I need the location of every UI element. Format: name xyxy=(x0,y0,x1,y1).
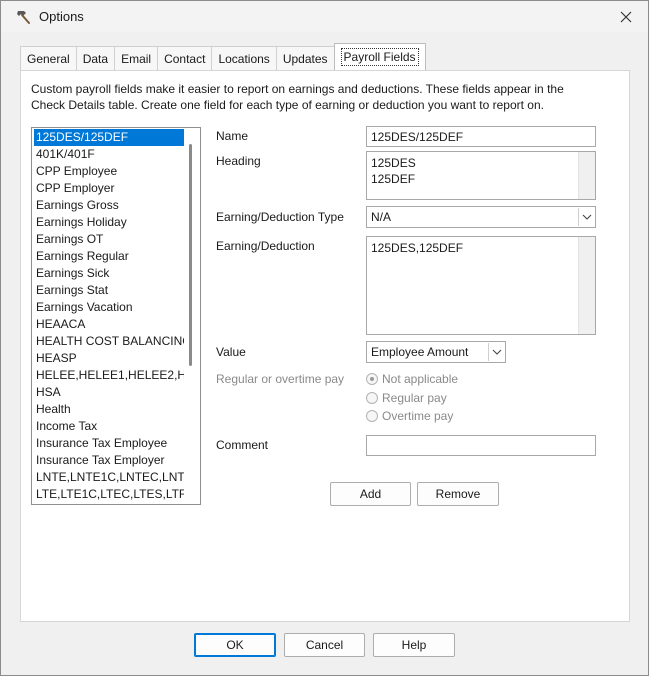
list-scrollbar[interactable] xyxy=(189,144,192,366)
comment-input[interactable] xyxy=(366,435,596,456)
tab-contact[interactable]: Contact xyxy=(157,46,212,70)
comment-label: Comment xyxy=(216,438,269,452)
tab-locations[interactable]: Locations xyxy=(211,46,276,70)
payroll-fields-panel: Custom payroll fields make it easier to … xyxy=(20,70,630,622)
list-item[interactable]: Insurance Tax Employer xyxy=(34,452,184,469)
name-label: Name xyxy=(216,129,249,143)
tab-strip: General Data Email Contact Locations Upd… xyxy=(20,43,426,70)
heading-line: 125DES xyxy=(371,156,416,170)
value-label: Value xyxy=(216,345,246,359)
type-select[interactable]: N/A xyxy=(366,206,596,228)
radio-indicator xyxy=(366,392,378,404)
hammer-icon xyxy=(17,11,30,24)
heading-scrollbar[interactable] xyxy=(578,152,595,199)
list-item[interactable]: 401K/401F xyxy=(34,146,184,163)
add-button[interactable]: Add xyxy=(330,482,411,506)
panel-description: Custom payroll fields make it easier to … xyxy=(31,82,564,112)
list-item[interactable]: Earnings Sick xyxy=(34,265,184,282)
field-list[interactable]: 125DES/125DEF 401K/401F CPP Employee CPP Em… xyxy=(31,127,201,505)
type-selected-value: N/A xyxy=(371,210,392,224)
radio-indicator xyxy=(366,410,378,422)
field-list-items: 125DES/125DEF 401K/401F CPP Employee CPP Em… xyxy=(34,129,184,503)
list-item[interactable]: HEASP xyxy=(34,350,184,367)
radio-regular-pay[interactable]: Regular pay xyxy=(366,391,447,405)
list-item[interactable]: CPP Employer xyxy=(34,180,184,197)
heading-textarea[interactable]: 125DES 125DEF xyxy=(366,151,596,200)
list-item[interactable]: HEAACA xyxy=(34,316,184,333)
tab-email[interactable]: Email xyxy=(114,46,158,70)
list-item[interactable]: Earnings Holiday xyxy=(34,214,184,231)
list-item[interactable]: Income Tax xyxy=(34,418,184,435)
value-select[interactable]: Employee Amount xyxy=(366,341,506,363)
heading-label: Heading xyxy=(216,154,261,168)
remove-button[interactable]: Remove xyxy=(417,482,499,506)
radio-indicator xyxy=(366,373,378,385)
title-bar: Options xyxy=(1,1,648,32)
list-item[interactable]: Health xyxy=(34,401,184,418)
options-dialog: Options General Data Email Contact Locat… xyxy=(0,0,649,676)
heading-line: 125DEF xyxy=(371,172,416,186)
ed-scrollbar[interactable] xyxy=(578,237,595,334)
chevron-down-icon xyxy=(578,208,594,226)
window-title: Options xyxy=(39,9,84,24)
ok-button[interactable]: OK xyxy=(194,633,276,657)
ed-value: 125DES,125DEF xyxy=(371,241,464,255)
list-item[interactable]: Earnings Regular xyxy=(34,248,184,265)
list-item[interactable]: LTE,LTE1C,LTEC,LTES,LTF xyxy=(34,486,184,503)
list-item[interactable]: HELEE,HELEE1,HELEE2,HELEE xyxy=(34,367,184,384)
list-item[interactable]: Earnings OT xyxy=(34,231,184,248)
tab-data[interactable]: Data xyxy=(75,46,115,70)
chevron-down-icon xyxy=(488,343,504,361)
close-icon xyxy=(620,11,632,23)
type-label: Earning/Deduction Type xyxy=(216,210,344,224)
list-item[interactable]: 125DES/125DEF xyxy=(34,129,184,146)
tab-payroll-fields[interactable]: Payroll Fields xyxy=(333,43,426,70)
value-selected-value: Employee Amount xyxy=(371,345,469,359)
cancel-button[interactable]: Cancel xyxy=(284,633,365,657)
list-item[interactable]: Earnings Gross xyxy=(34,197,184,214)
tab-general[interactable]: General xyxy=(20,46,76,70)
radio-not-applicable[interactable]: Not applicable xyxy=(366,372,458,386)
pay-label: Regular or overtime pay xyxy=(216,372,345,386)
ed-label: Earning/Deduction xyxy=(216,239,315,253)
close-button[interactable] xyxy=(614,6,638,28)
name-input[interactable]: 125DES/125DEF xyxy=(366,126,596,147)
help-button[interactable]: Help xyxy=(373,633,455,657)
list-item[interactable]: LNTE,LNTE1C,LNTEC,LNTES, xyxy=(34,469,184,486)
list-item[interactable]: CPP Employee xyxy=(34,163,184,180)
list-item[interactable]: HEALTH COST BALANCING xyxy=(34,333,184,350)
radio-overtime-pay[interactable]: Overtime pay xyxy=(366,409,453,423)
list-item[interactable]: HSA xyxy=(34,384,184,401)
list-item[interactable]: Insurance Tax Employee xyxy=(34,435,184,452)
ed-textarea[interactable]: 125DES,125DEF xyxy=(366,236,596,335)
list-item[interactable]: Earnings Stat xyxy=(34,282,184,299)
list-item[interactable]: Earnings Vacation xyxy=(34,299,184,316)
tab-updates[interactable]: Updates xyxy=(275,46,334,70)
